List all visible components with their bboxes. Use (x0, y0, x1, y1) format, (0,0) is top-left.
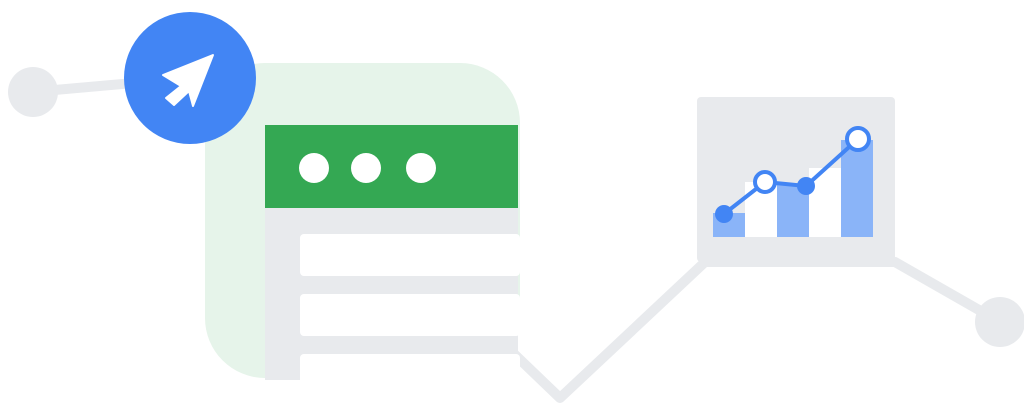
chart-point-hollow (753, 170, 777, 194)
chart-card (697, 97, 895, 262)
connector-node-left (8, 67, 58, 117)
analytics-illustration (8, 12, 1024, 403)
chart-point (797, 177, 815, 195)
title-bar-dot (299, 153, 329, 183)
title-bar-dot (406, 153, 436, 183)
window-content-row (300, 294, 520, 336)
chart-point (715, 205, 733, 223)
window-content-row (300, 234, 520, 276)
more-horiz-icon (299, 153, 436, 183)
cursor-badge (124, 12, 256, 144)
connector-line-right (505, 257, 1005, 403)
connector-node-right (975, 297, 1024, 347)
chart-point-hollow (845, 126, 871, 152)
browser-window (265, 125, 520, 396)
title-bar-dot (351, 153, 381, 183)
window-content-row (300, 354, 520, 396)
chart-bar (841, 140, 873, 237)
